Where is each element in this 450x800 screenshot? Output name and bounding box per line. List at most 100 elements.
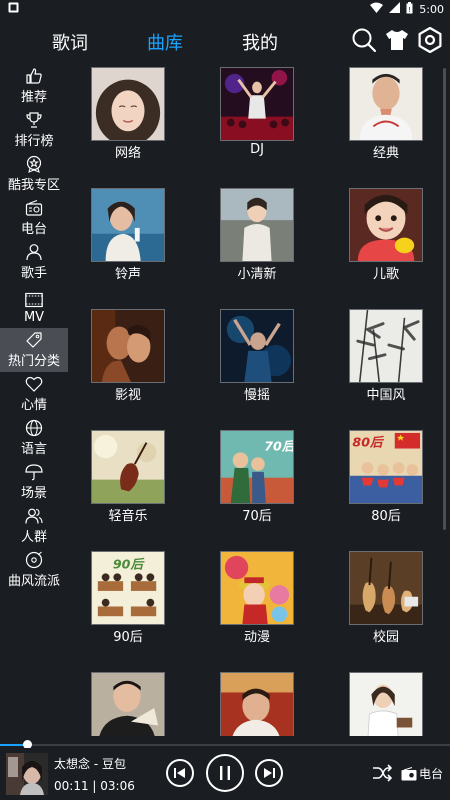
skip-previous-icon bbox=[174, 768, 185, 778]
sidebar-item-label: 人群 bbox=[20, 530, 47, 545]
category-tile-anime[interactable]: 动漫 bbox=[201, 548, 313, 668]
sidebar-item-label: 热门分类 bbox=[7, 354, 60, 369]
category-tile-70s[interactable]: 70后 70后 bbox=[201, 427, 313, 547]
category-cover bbox=[220, 672, 294, 736]
category-cover bbox=[349, 309, 423, 383]
sidebar-item-artists[interactable]: 歌手 bbox=[0, 240, 68, 284]
category-label: 校园 bbox=[372, 630, 399, 645]
notification-icon bbox=[8, 2, 19, 16]
sidebar-item-label: 排行榜 bbox=[14, 134, 54, 149]
shuffle-icon[interactable] bbox=[372, 764, 393, 782]
category-tile[interactable] bbox=[201, 669, 313, 736]
sidebar-item-language[interactable]: 语言 bbox=[0, 416, 68, 460]
radio-button[interactable]: 电台 bbox=[401, 765, 443, 782]
category-label: 慢摇 bbox=[243, 388, 270, 403]
category-tile-80s[interactable]: 80后 80后 bbox=[330, 427, 442, 547]
category-tile-campus[interactable]: 校园 bbox=[330, 548, 442, 668]
category-cover bbox=[220, 309, 294, 383]
song-title[interactable]: 太想念 - 豆包 bbox=[54, 755, 126, 772]
tab-mine[interactable]: 我的 bbox=[242, 29, 278, 55]
category-label: 小清新 bbox=[237, 267, 277, 282]
sidebar-item-charts[interactable]: 排行榜 bbox=[0, 108, 68, 152]
category-tile-chinese-style[interactable]: 中国风 bbox=[330, 306, 442, 426]
badge-70s: 70后 bbox=[264, 438, 293, 453]
skip-next-icon bbox=[264, 768, 275, 778]
mini-player: 太想念 - 豆包 00:11 | 03:06 电台 bbox=[0, 748, 450, 800]
category-tile[interactable] bbox=[72, 669, 184, 736]
category-tile-kids[interactable]: 儿歌 bbox=[330, 185, 442, 305]
category-cover: 70后 bbox=[220, 430, 294, 504]
category-cover bbox=[349, 188, 423, 262]
category-cover bbox=[220, 67, 294, 141]
sidebar-item-radio[interactable]: 电台 bbox=[0, 196, 68, 240]
status-bar: ! 5:00 bbox=[0, 0, 450, 18]
sidebar-item-label: 电台 bbox=[20, 222, 47, 237]
category-cover bbox=[91, 309, 165, 383]
sidebar-item-crowd[interactable]: 人群 bbox=[0, 504, 68, 548]
playback-time: 00:11 | 03:06 bbox=[54, 779, 135, 793]
category-label: 80后 bbox=[371, 509, 401, 524]
category-label: 动漫 bbox=[243, 630, 270, 645]
trophy-icon bbox=[26, 112, 42, 128]
category-tile-slow-rock[interactable]: 慢摇 bbox=[201, 306, 313, 426]
globe-icon bbox=[25, 419, 43, 437]
wifi-icon bbox=[370, 2, 384, 16]
tag-icon bbox=[26, 332, 42, 348]
sidebar-item-kuwo-zone[interactable]: 酷我专区 bbox=[0, 152, 68, 196]
category-tile-dj[interactable]: DJ bbox=[201, 64, 313, 184]
category-label: 70后 bbox=[242, 509, 272, 524]
radio-label: 电台 bbox=[419, 767, 444, 781]
tab-lyrics[interactable]: 歌词 bbox=[52, 29, 88, 55]
pause-button[interactable] bbox=[206, 754, 244, 792]
sidebar-item-hot-categories[interactable]: 热门分类 bbox=[0, 328, 68, 372]
category-tile-light-music[interactable]: 轻音乐 bbox=[72, 427, 184, 547]
album-art[interactable] bbox=[6, 753, 48, 795]
sidebar-item-recommend[interactable]: 推荐 bbox=[0, 64, 68, 108]
category-cover bbox=[349, 551, 423, 625]
previous-button[interactable] bbox=[166, 759, 194, 787]
pause-icon bbox=[220, 766, 230, 780]
thumbs-up-icon bbox=[26, 68, 42, 84]
category-tile-classic[interactable]: 经典 bbox=[330, 64, 442, 184]
category-tile-90s[interactable]: 90后 90后 bbox=[72, 548, 184, 668]
people-icon bbox=[25, 508, 43, 524]
category-cover: 80后 bbox=[349, 430, 423, 504]
category-label: 网络 bbox=[114, 146, 141, 161]
radio-icon bbox=[25, 199, 43, 216]
category-tile-fresh[interactable]: 小清新 bbox=[201, 185, 313, 305]
category-tile-film-tv[interactable]: 影视 bbox=[72, 306, 184, 426]
badge-icon bbox=[26, 155, 42, 173]
tab-library[interactable]: 曲库 bbox=[147, 29, 183, 55]
category-cover bbox=[220, 551, 294, 625]
category-tile-internet[interactable]: 网络 bbox=[72, 64, 184, 184]
category-label: 影视 bbox=[114, 388, 141, 403]
playback-progress[interactable] bbox=[0, 740, 450, 749]
sidebar-item-mood[interactable]: 心情 bbox=[0, 372, 68, 416]
category-cover bbox=[349, 672, 423, 736]
sidebar-item-scene[interactable]: 场景 bbox=[0, 460, 68, 504]
category-tile-ringtone[interactable]: 铃声 bbox=[72, 185, 184, 305]
clock: 5:00 bbox=[419, 2, 444, 16]
next-button[interactable] bbox=[255, 759, 283, 787]
search-icon[interactable] bbox=[351, 27, 377, 53]
sidebar-item-label: 场景 bbox=[20, 486, 47, 501]
grid-scrollbar[interactable] bbox=[443, 68, 446, 530]
category-label: 经典 bbox=[372, 146, 399, 161]
category-label: 铃声 bbox=[114, 267, 141, 282]
skin-icon[interactable] bbox=[384, 27, 410, 53]
sidebar-item-label: MV bbox=[23, 310, 45, 325]
badge-80s: 80后 bbox=[352, 435, 385, 450]
svg-text:!: ! bbox=[408, 6, 411, 14]
category-label: 90后 bbox=[113, 630, 143, 645]
settings-icon[interactable] bbox=[417, 26, 443, 54]
sidebar-item-mv[interactable]: MV bbox=[0, 284, 68, 328]
film-icon bbox=[25, 292, 43, 308]
sidebar-item-label: 酷我专区 bbox=[7, 178, 60, 193]
category-label: DJ bbox=[250, 142, 264, 157]
category-tile[interactable] bbox=[330, 669, 442, 736]
badge-90s: 90后 bbox=[113, 557, 146, 572]
sidebar-item-genres[interactable]: 曲风流派 bbox=[0, 548, 68, 592]
category-label: 轻音乐 bbox=[108, 509, 148, 524]
category-grid: 网络 DJ 经典 铃声 小清新 儿歌 影视 慢摇 中国风 轻音乐 70后 70后… bbox=[72, 64, 442, 736]
category-cover: 90后 bbox=[91, 551, 165, 625]
